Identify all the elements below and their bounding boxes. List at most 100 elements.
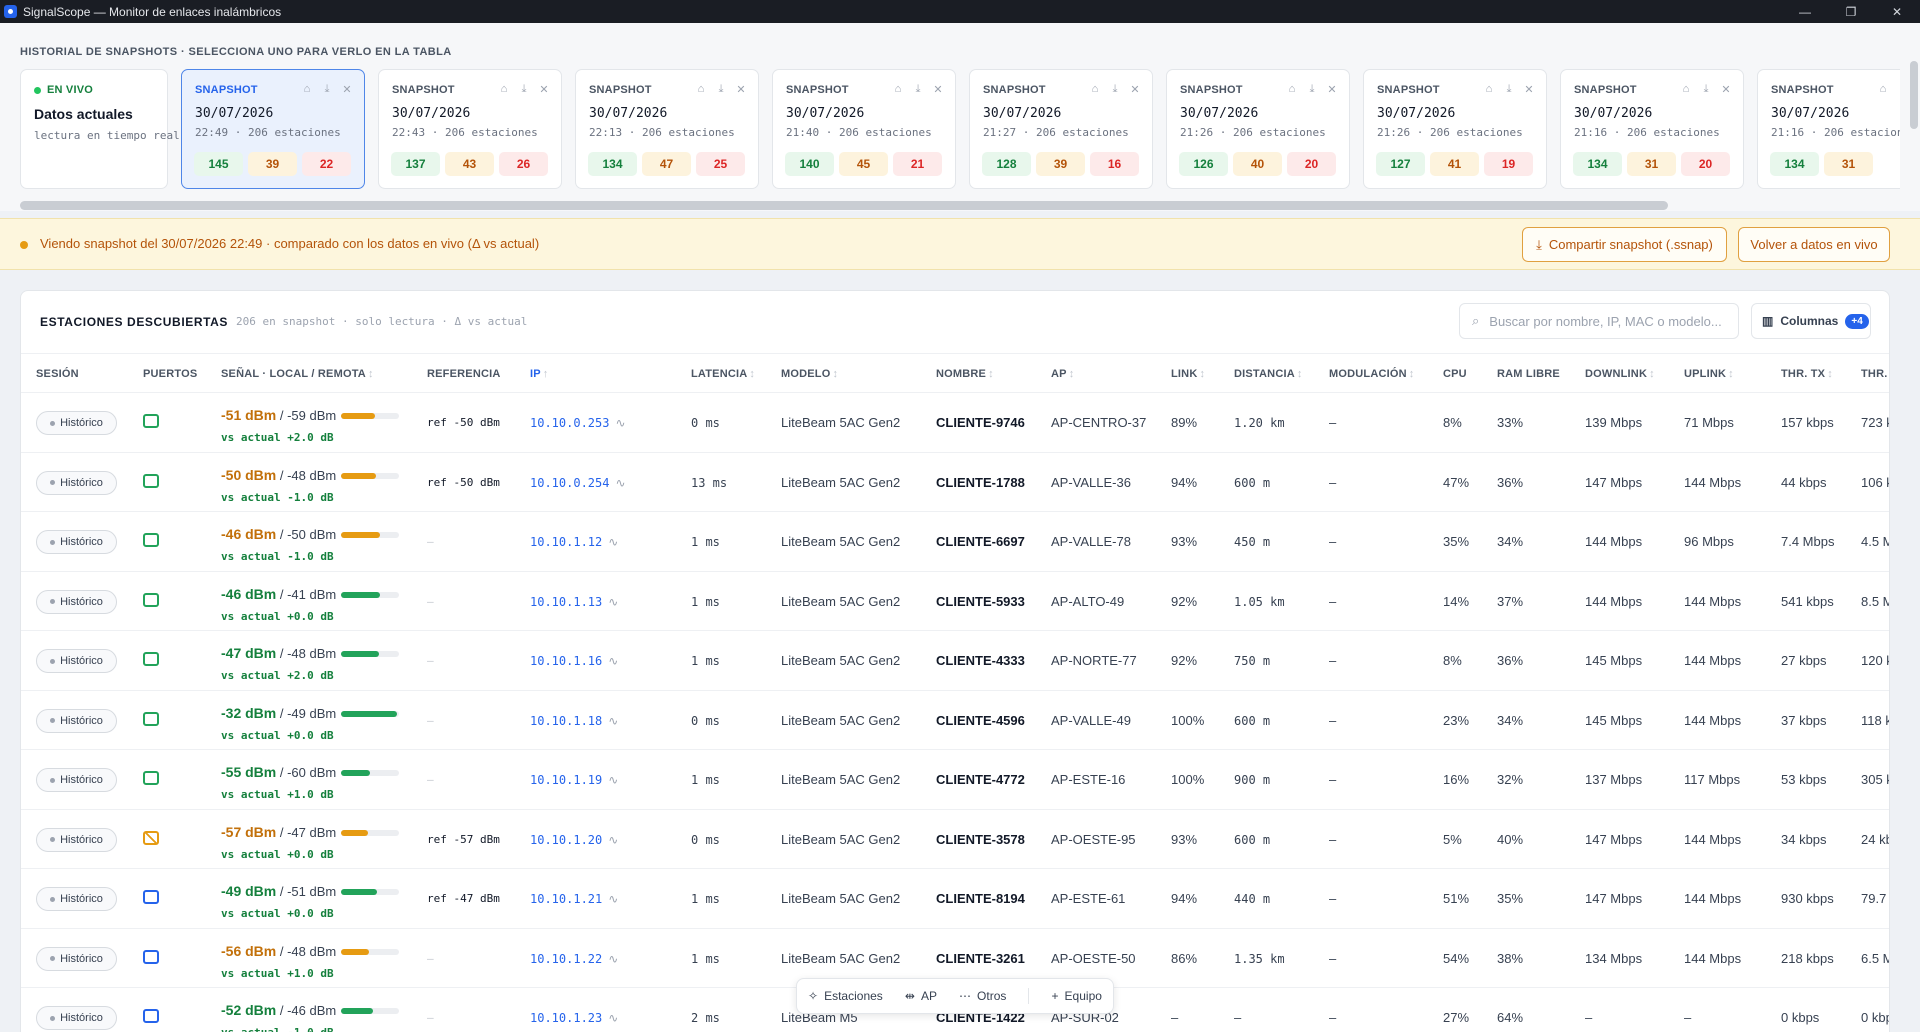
port-icon[interactable] bbox=[143, 830, 159, 845]
activity-icon[interactable]: ∿ bbox=[608, 714, 618, 728]
dock-item-ap[interactable]: ⇹ AP bbox=[905, 989, 937, 1003]
ip-address[interactable]: 10.10.1.20 ∿ bbox=[530, 833, 618, 847]
column-header[interactable]: THR. TX ↕ bbox=[1781, 368, 1833, 380]
column-header[interactable]: AP ↕ bbox=[1051, 368, 1074, 380]
page-scrollbar[interactable] bbox=[1910, 61, 1918, 129]
download-icon[interactable]: ⤓ bbox=[714, 82, 728, 96]
column-header[interactable]: PUERTOS bbox=[143, 368, 197, 380]
snapshot-card[interactable]: SNAPSHOT⌂⤓✕30/07/202621:16 · 206 estacio… bbox=[1757, 69, 1900, 189]
column-header[interactable]: MODULACIÓN ↕ bbox=[1329, 368, 1414, 380]
activity-icon[interactable]: ∿ bbox=[608, 535, 618, 549]
back-to-live-button[interactable]: Volver a datos en vivo bbox=[1738, 227, 1890, 262]
close-icon[interactable]: ✕ bbox=[931, 82, 945, 96]
dock-item-otros[interactable]: ⋯ Otros bbox=[959, 989, 1006, 1003]
activity-icon[interactable]: ∿ bbox=[615, 476, 625, 490]
share-snapshot-button[interactable]: ⤓ Compartir snapshot (.ssnap) bbox=[1522, 227, 1727, 262]
activity-icon[interactable]: ∿ bbox=[608, 595, 618, 609]
column-header[interactable]: DOWNLINK ↕ bbox=[1585, 368, 1655, 380]
download-icon[interactable]: ⤓ bbox=[911, 82, 925, 96]
port-icon[interactable] bbox=[143, 592, 159, 607]
column-header[interactable]: NOMBRE ↕ bbox=[936, 368, 994, 380]
lock-icon[interactable]: ⌂ bbox=[1876, 82, 1890, 96]
download-icon[interactable]: ⤓ bbox=[1502, 82, 1516, 96]
lock-icon[interactable]: ⌂ bbox=[1679, 82, 1693, 96]
ip-address[interactable]: 10.10.1.22 ∿ bbox=[530, 952, 618, 966]
history-chip[interactable]: Histórico bbox=[36, 887, 117, 911]
maximize-button[interactable]: ❐ bbox=[1828, 0, 1874, 23]
dock-item-equipo[interactable]: + Equipo bbox=[1052, 989, 1102, 1003]
download-icon[interactable]: ⤓ bbox=[1108, 82, 1122, 96]
snapshot-card[interactable]: SNAPSHOT⌂⤓✕30/07/202621:16 · 206 estacio… bbox=[1560, 69, 1744, 189]
snapshot-card[interactable]: SNAPSHOT ⌂ ⤓ ✕ 30/07/2026 21:40 · 206 estacio… bbox=[772, 69, 956, 189]
activity-icon[interactable]: ∿ bbox=[608, 654, 618, 668]
column-header[interactable]: DISTANCIA ↕ bbox=[1234, 368, 1303, 380]
table-row[interactable]: Histórico -46 dBm / -50 dBm vs actual -1.0… bbox=[21, 512, 1889, 572]
lock-icon[interactable]: ⌂ bbox=[1482, 82, 1496, 96]
column-header[interactable]: LINK ↕ bbox=[1171, 368, 1205, 380]
snapshot-card[interactable]: SNAPSHOT ⌂ ⤓ ✕ 30/07/2026 22:43 · 206 estacio… bbox=[378, 69, 562, 189]
activity-icon[interactable]: ∿ bbox=[615, 416, 625, 430]
column-header[interactable]: UPLINK ↕ bbox=[1684, 368, 1734, 380]
port-icon[interactable] bbox=[143, 711, 159, 726]
snapshot-card-live[interactable]: EN VIVO Datos actuales lectura en tiempo r… bbox=[20, 69, 180, 189]
ip-address[interactable]: 10.10.0.253 ∿ bbox=[530, 416, 626, 430]
port-icon[interactable] bbox=[143, 473, 159, 488]
port-icon[interactable] bbox=[143, 949, 159, 964]
table-row[interactable]: Histórico -51 dBm / -59 dBm vs actual +2.0… bbox=[21, 393, 1889, 453]
minimize-button[interactable]: — bbox=[1782, 0, 1828, 23]
close-button[interactable]: ✕ bbox=[1874, 0, 1920, 23]
port-icon[interactable] bbox=[143, 652, 159, 666]
column-header[interactable]: IP ↑ bbox=[530, 368, 549, 380]
close-icon[interactable]: ✕ bbox=[1719, 82, 1733, 96]
port-icon[interactable] bbox=[143, 771, 159, 785]
columns-button[interactable]: ▥ Columnas +4 bbox=[1751, 303, 1871, 339]
port-icon[interactable] bbox=[143, 890, 159, 904]
lock-icon[interactable]: ⌂ bbox=[1285, 82, 1299, 96]
activity-icon[interactable]: ∿ bbox=[608, 892, 618, 906]
download-icon[interactable]: ⤓ bbox=[320, 82, 334, 96]
history-chip[interactable]: Histórico bbox=[36, 1006, 117, 1030]
close-icon[interactable]: ✕ bbox=[340, 82, 354, 96]
snapshot-card[interactable]: SNAPSHOT ⌂ ⤓ ✕ 30/07/2026 22:13 · 206 estacio… bbox=[575, 69, 759, 189]
close-icon[interactable]: ✕ bbox=[537, 82, 551, 96]
ip-address[interactable]: 10.10.1.18 ∿ bbox=[530, 714, 618, 728]
ip-address[interactable]: 10.10.1.16 ∿ bbox=[530, 654, 618, 668]
ip-address[interactable]: 10.10.1.19 ∿ bbox=[530, 773, 618, 787]
column-header[interactable]: LATENCIA ↕ bbox=[691, 368, 755, 380]
history-chip[interactable]: Histórico bbox=[36, 946, 117, 971]
table-row[interactable]: Histórico -55 dBm / -60 dBm vs actual +1.0… bbox=[21, 750, 1889, 810]
table-row[interactable]: Histórico -50 dBm / -48 dBm vs actual -1.0… bbox=[21, 453, 1889, 512]
history-chip[interactable]: Histórico bbox=[36, 530, 117, 554]
column-header[interactable]: REFERENCIA bbox=[427, 368, 501, 380]
ip-address[interactable]: 10.10.1.21 ∿ bbox=[530, 892, 618, 906]
ip-address[interactable]: 10.10.1.12 ∿ bbox=[530, 535, 618, 549]
activity-icon[interactable]: ∿ bbox=[608, 773, 618, 787]
lock-icon[interactable]: ⌂ bbox=[891, 82, 905, 96]
column-header[interactable]: SEÑAL · LOCAL / REMOTA ↕ bbox=[221, 368, 374, 380]
column-header[interactable]: MODELO ↕ bbox=[781, 368, 838, 380]
snapshot-scrollbar[interactable] bbox=[20, 201, 1668, 210]
lock-icon[interactable]: ⌂ bbox=[1088, 82, 1102, 96]
column-header[interactable]: SESIÓN bbox=[36, 368, 79, 380]
activity-icon[interactable]: ∿ bbox=[608, 952, 618, 966]
close-icon[interactable]: ✕ bbox=[1522, 82, 1536, 96]
activity-icon[interactable]: ∿ bbox=[608, 1011, 618, 1025]
history-chip[interactable]: Histórico bbox=[36, 827, 117, 852]
snapshot-card[interactable]: SNAPSHOT ⌂ ⤓ ✕ 30/07/2026 21:26 · 206 estacio… bbox=[1363, 69, 1547, 189]
history-chip[interactable]: Histórico bbox=[36, 708, 117, 733]
lock-icon[interactable]: ⌂ bbox=[694, 82, 708, 96]
close-icon[interactable]: ✕ bbox=[1128, 82, 1142, 96]
table-row[interactable]: Histórico -46 dBm / -41 dBm vs actual +0.0… bbox=[21, 572, 1889, 631]
snapshot-card[interactable]: SNAPSHOT ⌂ ⤓ ✕ 30/07/2026 21:26 · 206 estacio… bbox=[1166, 69, 1350, 189]
column-header[interactable]: CPU bbox=[1443, 368, 1467, 380]
port-icon[interactable] bbox=[143, 414, 159, 428]
table-row[interactable]: Histórico -49 dBm / -51 dBm vs actual +0.0… bbox=[21, 869, 1889, 929]
port-icon[interactable] bbox=[143, 1009, 159, 1023]
ip-address[interactable]: 10.10.0.254 ∿ bbox=[530, 476, 626, 490]
table-row[interactable]: Histórico -57 dBm / -47 dBm vs actual +0.0… bbox=[21, 810, 1889, 869]
lock-icon[interactable]: ⌂ bbox=[300, 82, 314, 96]
column-header[interactable]: RAM LIBRE bbox=[1497, 368, 1560, 380]
history-chip[interactable]: Histórico bbox=[36, 649, 117, 673]
lock-icon[interactable]: ⌂ bbox=[497, 82, 511, 96]
close-icon[interactable]: ✕ bbox=[734, 82, 748, 96]
